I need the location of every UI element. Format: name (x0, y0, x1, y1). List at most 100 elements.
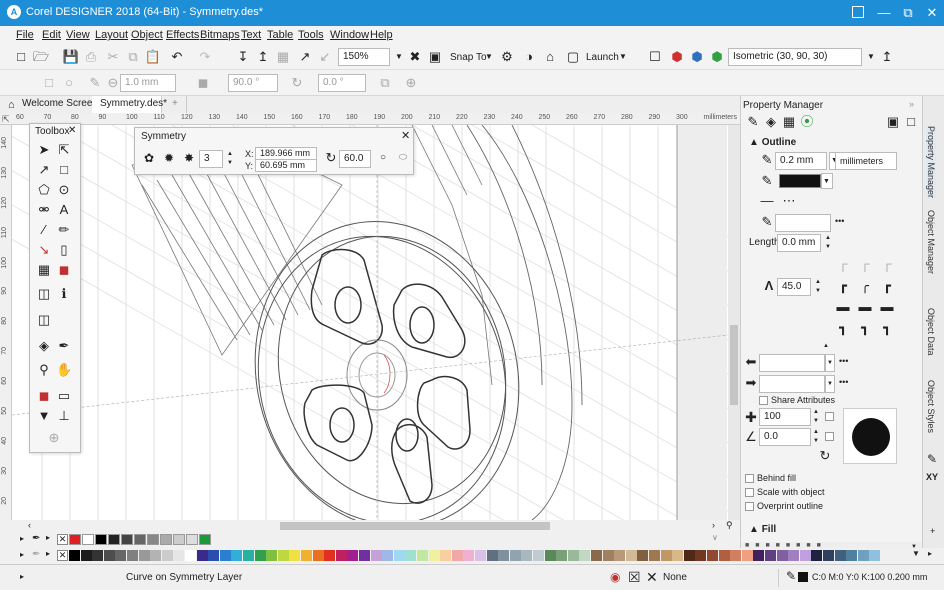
palette-color-swatch[interactable] (208, 550, 220, 561)
copy-icon[interactable]: ⧉ (124, 47, 142, 67)
palette-color-swatch[interactable] (567, 550, 579, 561)
palette2-menu-icon[interactable]: ▸ (46, 549, 50, 558)
xy-icon[interactable]: XY (926, 472, 938, 482)
cap-square-icon[interactable]: ▬ (879, 299, 895, 315)
horizontal-scroll-thumb[interactable] (280, 522, 550, 530)
palette-color-swatch[interactable] (591, 550, 602, 561)
launch-dropdown-icon[interactable]: ▼ (614, 47, 632, 67)
behind-fill-checkbox[interactable] (745, 474, 754, 483)
palette-color-swatch[interactable] (869, 550, 881, 561)
nib-angle-field[interactable]: 0.0 (759, 428, 811, 446)
add-tab-button[interactable]: + (164, 96, 187, 113)
launch-icon[interactable]: ▢ (564, 47, 582, 67)
palette-color-swatch[interactable] (219, 550, 231, 561)
add-docker-icon[interactable]: + (930, 526, 935, 536)
symmetry-angle-field[interactable]: 60.0 (339, 150, 371, 168)
projection-tool-icon[interactable]: ⊥ (56, 408, 72, 424)
fill-status-icon[interactable]: ◉ (610, 570, 620, 584)
vertical-scrollbar[interactable] (728, 125, 740, 520)
horizontal-ruler[interactable]: ⇱ 60 70 80 90 100 110 120 130 140 150 160 170 180 190… (0, 113, 740, 125)
crop-tool-icon[interactable]: ↗ (36, 162, 52, 178)
no-color-swatch[interactable]: ✕ (57, 534, 68, 545)
symmetry-lines-icon[interactable]: ✸ (181, 150, 197, 166)
palette-color-swatch[interactable] (127, 550, 138, 561)
info-tool-icon[interactable]: ℹ (56, 286, 72, 302)
palette-color-swatch[interactable] (846, 550, 858, 561)
outline-width-field[interactable]: 0.2 mm (775, 152, 827, 170)
menu-layout[interactable]: Layout (95, 29, 128, 41)
transform-icon[interactable]: ⧉ (376, 73, 394, 93)
outline-status-icon[interactable]: ✎ (786, 569, 796, 583)
palette-color-swatch[interactable] (428, 550, 440, 561)
menu-window[interactable]: Window (330, 29, 369, 41)
tab-object-manager[interactable]: Object Manager (926, 210, 936, 274)
palette-scroll-right-icon[interactable]: ▸ (928, 549, 932, 558)
projection-field[interactable]: Isometric (30, 90, 30) (728, 48, 862, 66)
paste-icon[interactable]: 📋 (144, 47, 162, 67)
drawing-canvas[interactable] (12, 125, 728, 520)
palette-color-swatch[interactable] (602, 550, 614, 561)
palette-color-swatch[interactable] (417, 550, 428, 561)
palette-color-swatch[interactable] (231, 550, 243, 561)
corner-miter-icon[interactable]: ┏ (835, 278, 851, 294)
3d-cube-tool-icon[interactable]: ◫ (36, 312, 52, 328)
cylinder-tool-icon[interactable]: ▯ (56, 242, 72, 258)
palette-color-swatch[interactable] (359, 550, 370, 561)
menu-edit[interactable]: Edit (42, 29, 61, 41)
pen-icon[interactable]: ✎ (86, 73, 104, 93)
palette-color-swatch[interactable] (556, 550, 568, 561)
zoom-level-field[interactable]: 150% (338, 48, 390, 66)
open-folder-icon[interactable]: 🗁 (32, 47, 50, 67)
pointer-icon[interactable]: ↥ (878, 47, 896, 67)
palette-color-swatch[interactable] (254, 550, 266, 561)
palette-color-swatch[interactable] (695, 550, 707, 561)
checkbox-icon[interactable]: ☐ (646, 47, 664, 67)
restore-button[interactable]: ⧉ (896, 3, 920, 23)
palette-menu-icon[interactable]: ▸ (46, 533, 50, 542)
toolbox-close-button[interactable]: ✕ (68, 125, 76, 136)
square-icon[interactable]: □ (40, 73, 58, 93)
cap-icon-3[interactable]: ┌ (879, 256, 895, 272)
end-arrow-dropdown-icon[interactable]: ▼ (825, 375, 835, 393)
cap-icon-1[interactable]: ┌ (835, 256, 851, 272)
rotate-icon[interactable]: ↻ (288, 73, 306, 93)
units-dropdown[interactable]: millimeters (835, 152, 897, 170)
document-color-swatch[interactable] (108, 534, 120, 545)
document-color-swatch[interactable] (173, 534, 185, 545)
palette-color-swatch[interactable] (753, 550, 765, 561)
palette-color-swatch[interactable] (776, 550, 788, 561)
node-tool-icon[interactable]: ⚮ (36, 202, 52, 218)
cube-green-icon[interactable]: ⬢ (708, 47, 726, 67)
palette-color-swatch[interactable] (393, 550, 405, 561)
palette-color-swatch[interactable] (741, 550, 753, 561)
palette-color-swatch[interactable] (173, 550, 185, 561)
angle2-field[interactable]: 0.0 ° (318, 74, 366, 92)
palette-color-swatch[interactable] (69, 550, 80, 561)
global-icon[interactable]: ◑ (520, 47, 538, 67)
document-color-swatch[interactable] (82, 534, 94, 545)
palette-color-swatch[interactable] (823, 550, 834, 561)
document-color-swatch[interactable] (147, 534, 159, 545)
palette-color-swatch[interactable] (579, 550, 591, 561)
stretch-lock-checkbox[interactable] (825, 412, 834, 421)
palette-color-swatch[interactable] (625, 550, 637, 561)
tab-symmetry-des[interactable]: Symmetry.des* (92, 96, 167, 113)
eyedropper-tool-icon[interactable]: ✒ (56, 338, 72, 354)
outline-section-header[interactable]: ▲ Outline (749, 137, 796, 148)
symmetry-count-field[interactable]: 3 (199, 150, 223, 168)
tab-property-manager[interactable]: Property Manager (926, 126, 936, 199)
brush-icon[interactable]: ✎ (927, 452, 937, 466)
palette-color-swatch[interactable] (463, 550, 475, 561)
undo-icon[interactable]: ↶ (168, 47, 186, 67)
vertical-ruler[interactable]: 140 130 120 110 100 90 80 70 60 50 40 30 20 (0, 125, 12, 520)
palette-color-swatch[interactable] (370, 550, 382, 561)
palette-color-swatch[interactable] (799, 550, 811, 561)
cube-red-icon[interactable]: ⬢ (668, 47, 686, 67)
center-point-icon[interactable]: ○ (375, 150, 391, 166)
horizontal-scrollbar[interactable]: ‹ › ⚲ (0, 520, 740, 532)
nib-lock-checkbox[interactable] (825, 432, 834, 441)
start-arrow-more-icon[interactable]: ••• (839, 356, 848, 366)
shape-tool-icon[interactable]: ⇱ (56, 142, 72, 158)
menu-bitmaps[interactable]: Bitmaps (200, 29, 240, 41)
node-icon[interactable]: ↙ (316, 47, 334, 67)
